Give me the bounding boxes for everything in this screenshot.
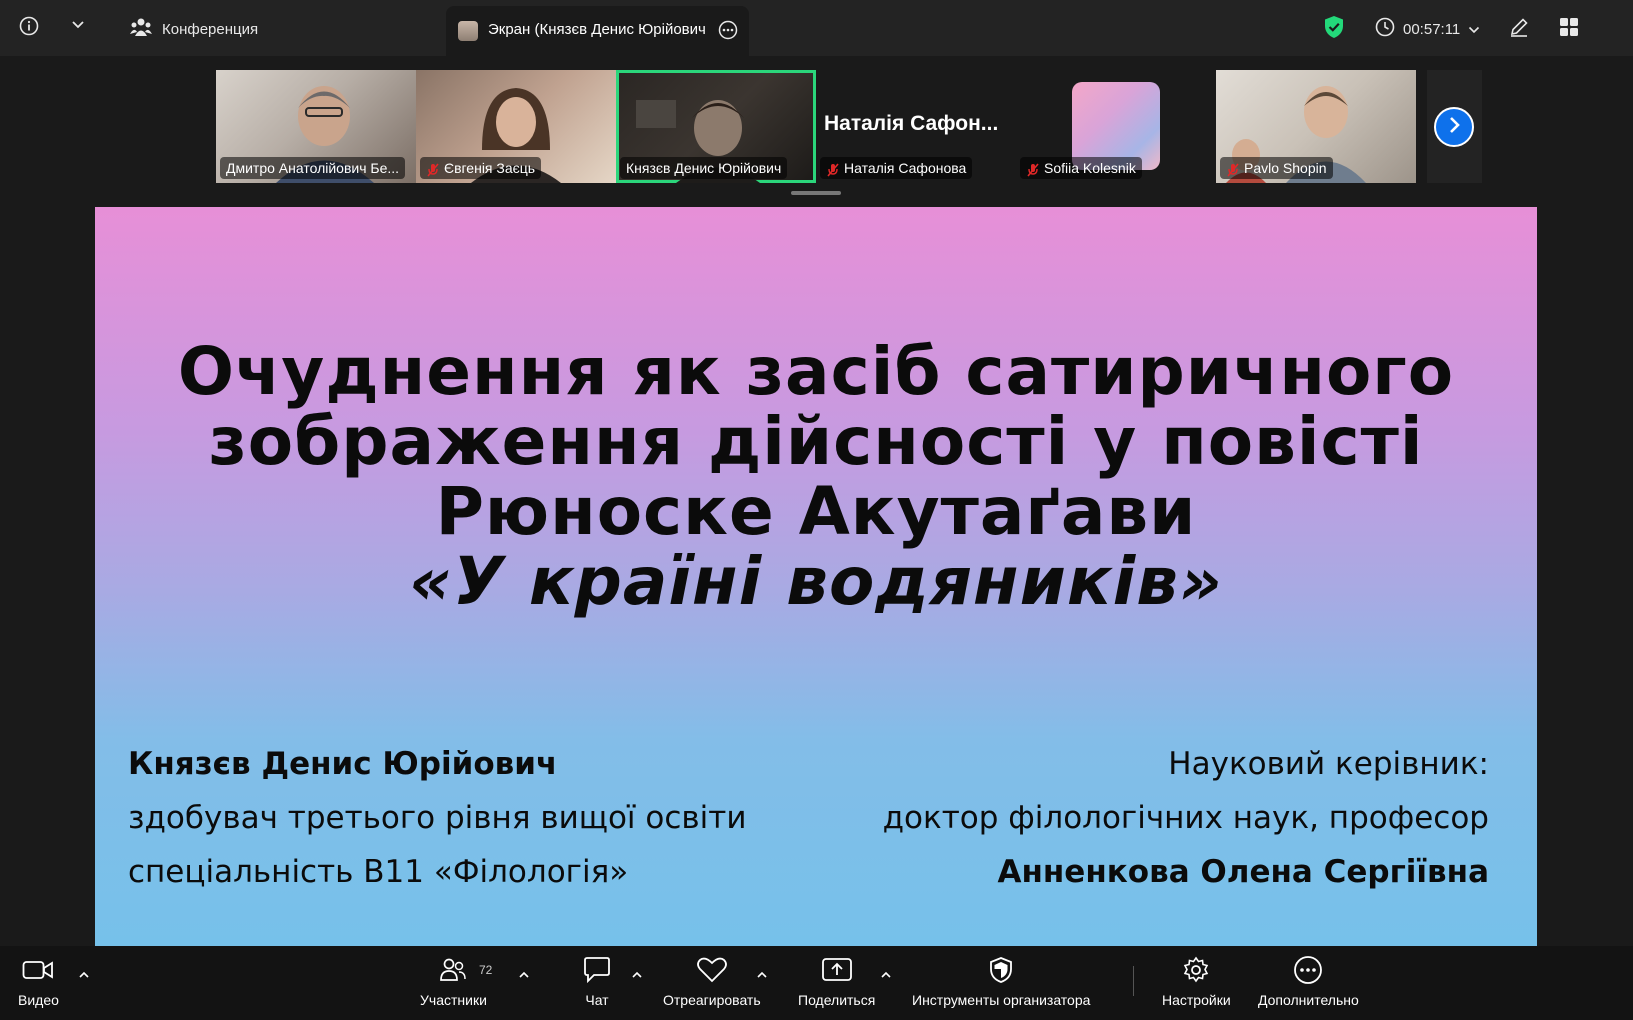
participant-name: Наталія Сафонова [820, 157, 973, 179]
participant-tile[interactable]: Sofiia Kolesnik [1016, 70, 1216, 183]
advisor-label: Науковий керівник: [1168, 746, 1489, 782]
info-icon[interactable] [18, 15, 40, 37]
chat-bubble-icon [582, 954, 612, 986]
participants-icon [130, 17, 152, 41]
participant-tile[interactable]: Євгенія Заєць [416, 70, 616, 183]
participant-tile[interactable]: Наталія Сафон... Наталія Сафонова [816, 70, 1016, 183]
author-block: Князєв Денис Юрійович здобувач третього … [128, 737, 746, 899]
react-label: Отреагировать [663, 992, 761, 1008]
timer-text: 00:57:11 [1403, 20, 1461, 38]
settings-button[interactable]: Настройки [1162, 954, 1231, 1008]
author-specialty: спеціальність В11 «Філологія» [128, 854, 629, 890]
conference-label: Конференция [162, 20, 259, 38]
participants-icon [439, 954, 467, 986]
settings-label: Настройки [1162, 992, 1231, 1008]
chevron-down-icon[interactable] [68, 15, 88, 35]
bottom-toolbar: Видео Участники 72 Чат Отреагировать Под… [0, 946, 1633, 1020]
participants-button[interactable]: Участники [420, 954, 487, 1008]
video-camera-icon [22, 954, 54, 986]
chevron-up-icon[interactable] [880, 968, 892, 980]
participant-name: Дмитро Анатолійович Бе... [220, 157, 406, 179]
more-icon [1293, 954, 1323, 986]
host-tools-button[interactable]: Инструменты организатора [912, 954, 1090, 1008]
title-line: Очуднення як засіб сатиричного [177, 333, 1455, 410]
participant-name: Князєв Денис Юрійович [620, 157, 788, 179]
share-label: Поделиться [798, 992, 876, 1008]
shield-icon [988, 954, 1014, 986]
chevron-up-icon[interactable] [631, 968, 643, 980]
chevron-right-icon [1447, 116, 1461, 139]
heart-icon [696, 954, 728, 986]
author-degree: здобувач третього рівня вищої освіти [128, 800, 747, 836]
host-tools-label: Инструменты организатора [912, 992, 1091, 1008]
chevron-down-icon [1468, 21, 1480, 38]
title-line: Рюноске Акутаґави [435, 473, 1197, 550]
video-button[interactable]: Видео [18, 954, 59, 1008]
chat-button[interactable]: Чат [582, 954, 612, 1008]
mic-muted-icon [1226, 161, 1240, 177]
shared-screen-slide: Очуднення як засіб сатиричного зображенн… [95, 207, 1537, 946]
author-name: Князєв Денис Юрійович [128, 746, 558, 782]
title-italic-line: «У країні водяників» [409, 543, 1223, 620]
presenter-avatar [458, 21, 478, 41]
participants-label: Участники [420, 992, 487, 1008]
screen-tab-label: Экран (Князєв Денис Юрійович [488, 21, 706, 38]
react-button[interactable]: Отреагировать [663, 954, 761, 1008]
participant-tile-active[interactable]: Князєв Денис Юрійович [616, 70, 816, 183]
screen-share-tab[interactable]: Экран (Князєв Денис Юрійович [446, 6, 749, 56]
pen-icon[interactable] [1506, 14, 1532, 40]
video-label: Видео [18, 992, 59, 1008]
chevron-up-icon[interactable] [756, 968, 768, 980]
more-button[interactable]: Дополнительно [1258, 954, 1359, 1008]
strip-scroll-indicator[interactable] [791, 191, 841, 195]
next-page-button[interactable] [1434, 107, 1474, 147]
more-icon[interactable] [718, 20, 738, 40]
advisor-block: Науковий керівник: доктор філологічних н… [883, 737, 1489, 899]
participant-tile[interactable]: Pavlo Shopin [1216, 70, 1416, 183]
participant-name: Євгенія Заєць [420, 157, 542, 179]
title-line: зображення дійсності у повісті [208, 403, 1424, 480]
chevron-up-icon[interactable] [518, 968, 530, 980]
chevron-up-icon[interactable] [78, 968, 90, 980]
participant-name: Pavlo Shopin [1220, 157, 1333, 179]
slide-title: Очуднення як засіб сатиричного зображенн… [95, 337, 1537, 617]
advisor-degree: доктор філологічних наук, професор [882, 800, 1489, 836]
participants-count: 72 [479, 963, 493, 977]
advisor-name: Анненкова Олена Сергіївна [997, 854, 1489, 890]
participant-tile[interactable]: Дмитро Анатолійович Бе... [216, 70, 416, 183]
clock-icon [1375, 17, 1395, 41]
meeting-timer[interactable]: 00:57:11 [1375, 17, 1480, 41]
share-upload-icon [821, 954, 853, 986]
more-label: Дополнительно [1258, 992, 1359, 1008]
share-screen-button[interactable]: Поделиться [798, 954, 875, 1008]
toolbar-divider [1133, 966, 1134, 996]
conference-tab[interactable]: Конференция [130, 17, 258, 41]
shield-icon[interactable] [1322, 15, 1346, 39]
mic-muted-icon [826, 161, 840, 177]
gear-icon [1182, 954, 1210, 986]
top-bar: Конференция Экран (Князєв Денис Юрійович… [0, 0, 1633, 56]
mic-muted-icon [426, 161, 440, 177]
chat-label: Чат [585, 992, 609, 1008]
mic-muted-icon [1026, 161, 1040, 177]
participant-name: Sofiia Kolesnik [1020, 157, 1142, 179]
participant-name-large: Наталія Сафон... [824, 112, 999, 135]
grid-icon[interactable] [1556, 14, 1582, 40]
